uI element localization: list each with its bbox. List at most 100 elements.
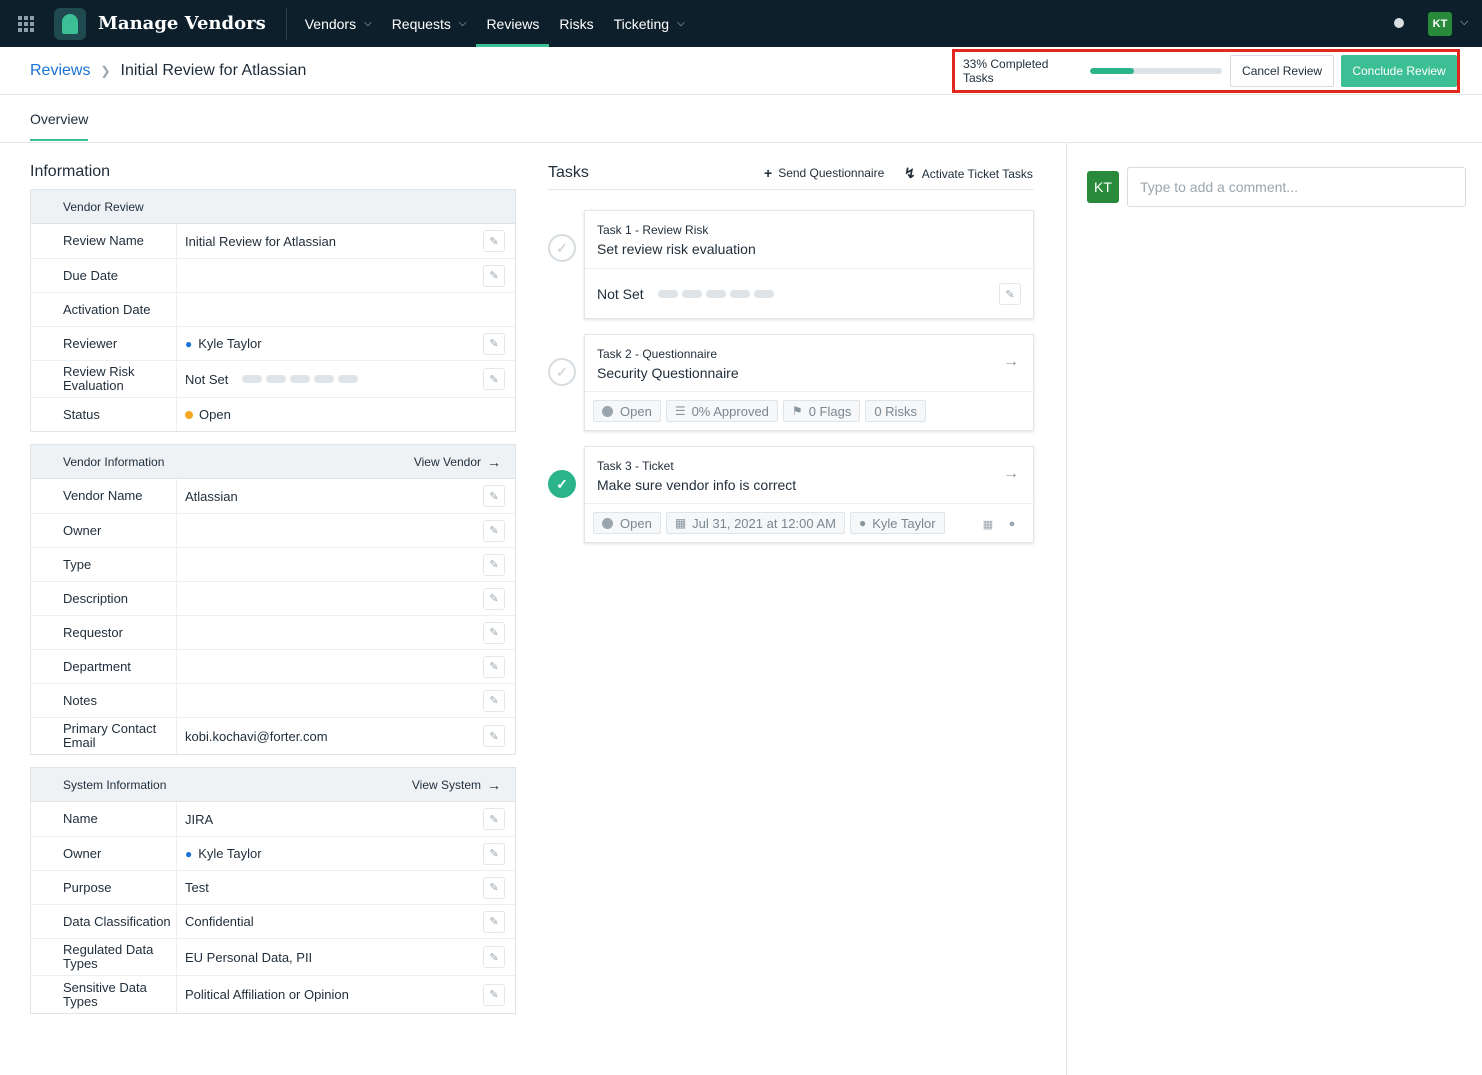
status-open-dot: [185, 410, 193, 419]
info-row: Type ✎: [31, 548, 515, 582]
info-row: Regulated Data Types EU Personal Data, P…: [31, 939, 515, 976]
page-header: Reviews ❯ Initial Review for Atlassian 3…: [0, 47, 1482, 95]
info-row: Status Open: [31, 398, 515, 431]
chevron-down-icon: ⌵: [458, 18, 467, 29]
app-grid-icon[interactable]: [18, 15, 34, 32]
chevron-down-icon[interactable]: ⌵: [1460, 16, 1468, 29]
edit-pencil-icon[interactable]: ✎: [483, 655, 505, 678]
edit-pencil-icon[interactable]: ✎: [483, 368, 505, 390]
task-card-questionnaire[interactable]: Task 2 - Questionnaire Security Question…: [584, 334, 1034, 431]
person-icon: ●: [185, 846, 193, 861]
arrow-right-icon: →: [487, 453, 501, 470]
app-title: Manage Vendors: [98, 13, 266, 34]
view-system-link[interactable]: View System →: [412, 777, 501, 793]
info-row: Review Name Initial Review for Atlassian…: [31, 224, 515, 259]
edit-pencil-icon[interactable]: ✎: [483, 910, 505, 933]
nav-divider: [285, 7, 287, 40]
flags-chip: ⚑ 0 Flags: [782, 400, 861, 422]
edit-pencil-icon[interactable]: ✎: [483, 689, 505, 712]
edit-pencil-icon[interactable]: ✎: [483, 264, 505, 287]
status-badge: Open: [199, 407, 231, 422]
info-row: Owner ✎: [31, 514, 515, 548]
arrow-right-icon[interactable]: →: [1003, 465, 1019, 483]
info-row: Requestor ✎: [31, 616, 515, 650]
view-vendor-link[interactable]: View Vendor →: [414, 454, 501, 470]
tasks-title: Tasks: [548, 164, 589, 181]
edit-pencil-icon[interactable]: ✎: [483, 332, 505, 355]
person-icon: ●: [858, 516, 867, 530]
risk-level-bars: [242, 375, 362, 383]
comment-input[interactable]: [1127, 167, 1466, 207]
edit-pencil-icon[interactable]: ✎: [483, 485, 505, 507]
flag-icon: ⚑: [791, 404, 803, 418]
review-progress-highlight: 33% Completed Tasks Cancel Review Conclu…: [952, 49, 1460, 93]
info-row: Description ✎: [31, 582, 515, 616]
edit-pencil-icon[interactable]: ✎: [483, 621, 505, 644]
status-indicator: [1394, 18, 1404, 28]
nav-item-risks[interactable]: Risks: [549, 0, 603, 47]
chevron-right-icon: ❯: [100, 64, 111, 78]
edit-pencil-icon[interactable]: ✎: [483, 946, 505, 968]
chevron-down-icon: ⌵: [677, 18, 685, 29]
user-avatar[interactable]: KT: [1428, 12, 1452, 36]
edit-pencil-icon[interactable]: ✎: [483, 842, 505, 865]
tab-overview[interactable]: Overview: [30, 111, 89, 141]
person-icon[interactable]: ●: [1004, 516, 1020, 532]
task-check-icon[interactable]: ✓: [548, 358, 576, 386]
edit-pencil-icon[interactable]: ✎: [483, 553, 505, 576]
comments-pane: [1066, 143, 1482, 1075]
task-card-review-risk[interactable]: Task 1 - Review Risk Set review risk eva…: [584, 210, 1034, 319]
info-row: Sensitive Data Types Political Affiliati…: [31, 976, 515, 1013]
lightning-icon: ↯: [904, 165, 916, 181]
top-nav: Manage Vendors Vendors ⌵ Requests ⌵ Review…: [0, 0, 1482, 47]
info-row: Primary Contact Email kobi.kochavi@forte…: [31, 718, 515, 754]
info-row: Owner ● Kyle Taylor ✎: [31, 837, 515, 871]
app-logo[interactable]: [54, 7, 86, 40]
edit-pencil-icon[interactable]: ✎: [483, 519, 505, 542]
edit-pencil-icon[interactable]: ✎: [483, 725, 505, 747]
calendar-icon[interactable]: ▦: [980, 516, 996, 532]
edit-pencil-icon[interactable]: ✎: [483, 230, 505, 252]
info-row: Vendor Name Atlassian ✎: [31, 479, 515, 514]
risk-level-bars: [657, 289, 778, 298]
progress-bar-fill: [1090, 68, 1134, 74]
task-check-icon[interactable]: ✓: [548, 234, 576, 262]
information-title: Information: [30, 163, 111, 180]
system-information-card: System Information View System → Name JIR…: [30, 767, 516, 1014]
edit-pencil-icon[interactable]: ✎: [483, 808, 505, 830]
activate-ticket-tasks-button[interactable]: ↯ Activate Ticket Tasks: [904, 165, 1033, 182]
progress-label: 33% Completed Tasks: [963, 57, 1049, 85]
info-row: Review Risk Evaluation Not Set ✎: [31, 361, 515, 398]
checklist-icon: ☰: [674, 404, 686, 418]
vendor-review-card: Vendor Review Review Name Initial Review…: [30, 189, 516, 432]
info-row: Notes ✎: [31, 684, 515, 718]
edit-pencil-icon[interactable]: ✎: [483, 983, 505, 1006]
send-questionnaire-button[interactable]: + Send Questionnaire: [764, 165, 884, 181]
assignee-chip: ● Kyle Taylor: [849, 512, 945, 534]
nav-item-reviews[interactable]: Reviews: [476, 0, 550, 47]
nav-item-requests[interactable]: Requests ⌵: [382, 0, 477, 47]
info-row: Reviewer ● Kyle Taylor ✎: [31, 327, 515, 361]
info-row: Purpose Test ✎: [31, 871, 515, 905]
status-dot-icon: [602, 405, 613, 417]
breadcrumb: Reviews ❯ Initial Review for Atlassian: [30, 62, 306, 80]
edit-pencil-icon[interactable]: ✎: [483, 876, 505, 899]
progress-bar: [1090, 68, 1223, 74]
task-done-check-icon[interactable]: ✓: [548, 470, 576, 498]
nav-item-vendors[interactable]: Vendors ⌵: [295, 0, 382, 47]
conclude-review-button[interactable]: Conclude Review: [1341, 55, 1457, 87]
card-header: Vendor Review: [31, 190, 515, 224]
info-row: Activation Date: [31, 293, 515, 327]
edit-pencil-icon[interactable]: ✎: [999, 283, 1021, 305]
person-icon: ●: [185, 336, 193, 351]
breadcrumb-reviews-link[interactable]: Reviews: [30, 62, 90, 80]
cancel-review-button[interactable]: Cancel Review: [1230, 55, 1335, 87]
vendor-information-card: Vendor Information View Vendor → Vendor N…: [30, 444, 516, 755]
task-status-chip: Open: [593, 400, 661, 422]
chevron-down-icon: ⌵: [364, 18, 372, 29]
arrow-right-icon[interactable]: →: [1003, 353, 1019, 371]
card-header: System Information View System →: [31, 768, 515, 802]
nav-item-ticketing[interactable]: Ticketing ⌵: [604, 0, 695, 47]
edit-pencil-icon[interactable]: ✎: [483, 587, 505, 610]
task-card-ticket[interactable]: Task 3 - Ticket Make sure vendor info is…: [584, 446, 1034, 543]
